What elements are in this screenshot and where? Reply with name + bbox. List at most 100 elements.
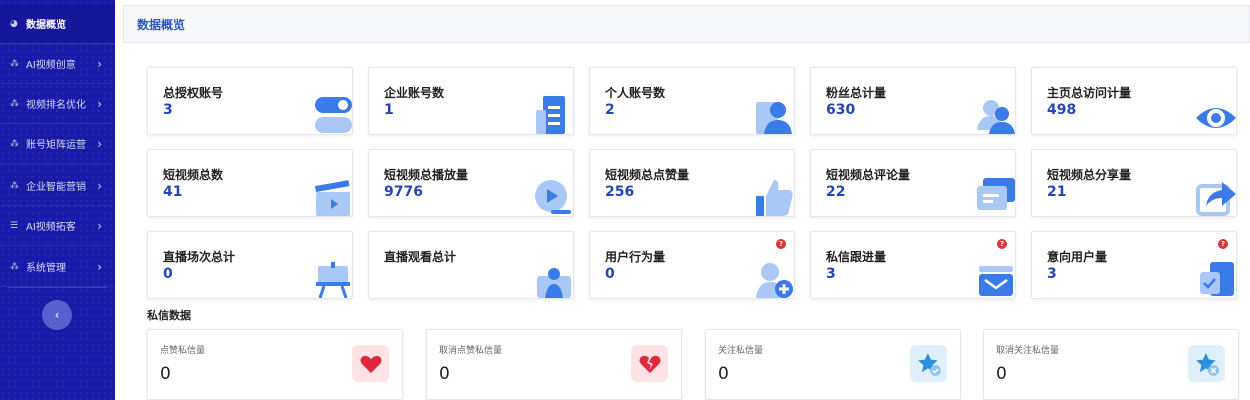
message-card-follow[interactable]: 关注私信量 0 — [705, 329, 961, 400]
message-card-unfollow[interactable]: 取消关注私信量 0 — [983, 329, 1239, 400]
stat-card-video-comments[interactable]: 短视频总评论量 22 — [810, 149, 1016, 217]
toggle-icon — [315, 97, 352, 133]
stat-card-video-total[interactable]: 短视频总数 41 — [147, 149, 353, 217]
message-value: 0 — [160, 364, 171, 384]
main-content: 数据概览 总授权账号 3 企业账号数 1 个人账号数 2 粉丝总计量 630 主… — [115, 0, 1250, 400]
fans-icon — [977, 100, 1015, 134]
stat-label: 短视频总点赞量 — [605, 168, 690, 182]
chevron-left-icon: ‹ — [54, 308, 60, 322]
sidebar-item-account-matrix[interactable]: ⁂ 账号矩阵运营 › — [0, 124, 115, 164]
stat-label: 总授权账号 — [163, 86, 224, 100]
stat-value: 22 — [826, 184, 846, 200]
stat-value: 2 — [605, 102, 615, 118]
stat-label: 用户行为量 — [605, 250, 666, 264]
play-icon — [535, 180, 571, 214]
star-remove-icon — [1188, 345, 1225, 382]
stat-label: 主页总访问计量 — [1047, 86, 1132, 100]
help-icon[interactable]: ? — [1218, 239, 1228, 249]
message-icon — [979, 266, 1013, 296]
sidebar: ◕ 数据概览 ⁂ AI视频创意 › ⁂ 视频排名优化 › ⁂ 账号矩阵运营 › … — [0, 0, 115, 400]
stat-card-intent-users[interactable]: 意向用户量 3 ? — [1031, 231, 1237, 299]
stat-card-user-behavior[interactable]: 用户行为量 0 ? — [589, 231, 795, 299]
stat-card-video-likes[interactable]: 短视频总点赞量 256 — [589, 149, 795, 217]
stat-card-homepage-visits[interactable]: 主页总访问计量 498 — [1031, 67, 1237, 135]
network-icon: ⁂ — [10, 58, 19, 69]
message-value: 0 — [439, 364, 450, 384]
chevron-right-icon: › — [97, 179, 102, 193]
stat-value: 0 — [605, 266, 615, 282]
sidebar-item-label: 视频排名优化 — [26, 100, 86, 111]
stat-card-message-followup[interactable]: 私信跟进量 3 ? — [810, 231, 1016, 299]
sidebar-item-system-management[interactable]: ⁂ 系统管理 › — [0, 247, 115, 287]
stat-value: 21 — [1047, 184, 1067, 200]
stat-card-live-viewers[interactable]: 直播观看总计 — [368, 231, 574, 299]
network-icon: ⁂ — [10, 98, 19, 109]
share-icon — [1196, 182, 1236, 216]
sidebar-item-video-ranking[interactable]: ⁂ 视频排名优化 › — [0, 84, 115, 124]
stat-value: 498 — [1047, 102, 1077, 118]
stat-label: 意向用户量 — [1047, 250, 1108, 264]
chevron-right-icon: › — [97, 137, 102, 151]
sidebar-divider — [8, 287, 107, 288]
stat-value: 1 — [384, 102, 394, 118]
message-label: 关注私信量 — [718, 346, 764, 356]
message-value: 0 — [996, 364, 1007, 384]
stat-card-live-sessions[interactable]: 直播场次总计 0 — [147, 231, 353, 299]
chevron-right-icon: › — [97, 97, 102, 111]
stat-label: 短视频总播放量 — [384, 168, 469, 182]
stat-card-authorized-accounts[interactable]: 总授权账号 3 — [147, 67, 353, 135]
user-icon — [756, 102, 792, 134]
sidebar-item-ai-video-creative[interactable]: ⁂ AI视频创意 › — [0, 44, 115, 84]
stat-value: 41 — [163, 184, 183, 200]
section-title-private-messages: 私信数据 — [147, 309, 191, 322]
stat-value: 3 — [163, 102, 173, 118]
stat-value: 9776 — [384, 184, 423, 200]
sidebar-item-label: AI视频创意 — [26, 60, 76, 71]
star-check-icon — [910, 345, 947, 382]
sidebar-item-label: 账号矩阵运营 — [26, 140, 86, 151]
network-icon: ⁂ — [10, 138, 19, 149]
network-icon: ⁂ — [10, 180, 19, 191]
comment-icon — [977, 178, 1015, 210]
stat-value: 256 — [605, 184, 635, 200]
list-icon: ☰ — [10, 220, 19, 231]
stat-label: 短视频总评论量 — [826, 168, 911, 182]
message-label: 取消点赞私信量 — [439, 346, 503, 356]
message-label: 点赞私信量 — [160, 346, 206, 356]
viewer-icon — [537, 268, 571, 298]
chevron-right-icon: › — [97, 57, 102, 71]
sidebar-item-ai-video-leads[interactable]: ☰ AI视频拓客 › — [0, 206, 115, 246]
message-value: 0 — [718, 364, 729, 384]
stat-value: 0 — [163, 266, 173, 282]
stat-label: 个人账号数 — [605, 86, 666, 100]
sidebar-item-label: 企业智能营销 — [26, 182, 86, 193]
stat-label: 直播场次总计 — [163, 250, 236, 264]
stat-card-personal-accounts[interactable]: 个人账号数 2 — [589, 67, 795, 135]
message-card-like[interactable]: 点赞私信量 0 — [147, 329, 403, 400]
sidebar-item-data-overview[interactable]: ◕ 数据概览 — [0, 4, 115, 44]
page-title: 数据概览 — [137, 17, 186, 32]
stat-label: 短视频总数 — [163, 168, 224, 182]
sidebar-collapse-button[interactable]: ‹ — [42, 300, 72, 330]
stat-card-enterprise-accounts[interactable]: 企业账号数 1 — [368, 67, 574, 135]
clapper-icon — [314, 180, 350, 216]
stat-card-video-plays[interactable]: 短视频总播放量 9776 — [368, 149, 574, 217]
intent-icon — [1200, 262, 1234, 296]
dashboard-icon: ◕ — [10, 18, 18, 29]
help-icon[interactable]: ? — [776, 239, 786, 249]
sidebar-item-label: 数据概览 — [26, 20, 66, 31]
help-icon[interactable]: ? — [997, 239, 1007, 249]
stat-label: 企业账号数 — [384, 86, 445, 100]
stat-card-fans-total[interactable]: 粉丝总计量 630 — [810, 67, 1016, 135]
message-card-unlike[interactable]: 取消点赞私信量 0 — [426, 329, 682, 400]
thumbs-up-icon — [756, 180, 793, 216]
easel-icon — [316, 262, 350, 298]
heart-icon — [352, 345, 389, 382]
sidebar-item-label: AI视频拓客 — [26, 222, 76, 233]
stat-label: 短视频总分享量 — [1047, 168, 1132, 182]
stat-label: 粉丝总计量 — [826, 86, 887, 100]
sidebar-item-enterprise-marketing[interactable]: ⁂ 企业智能营销 › — [0, 166, 115, 206]
stat-label: 直播观看总计 — [384, 250, 457, 264]
stat-card-video-shares[interactable]: 短视频总分享量 21 — [1031, 149, 1237, 217]
stat-value: 630 — [826, 102, 856, 118]
